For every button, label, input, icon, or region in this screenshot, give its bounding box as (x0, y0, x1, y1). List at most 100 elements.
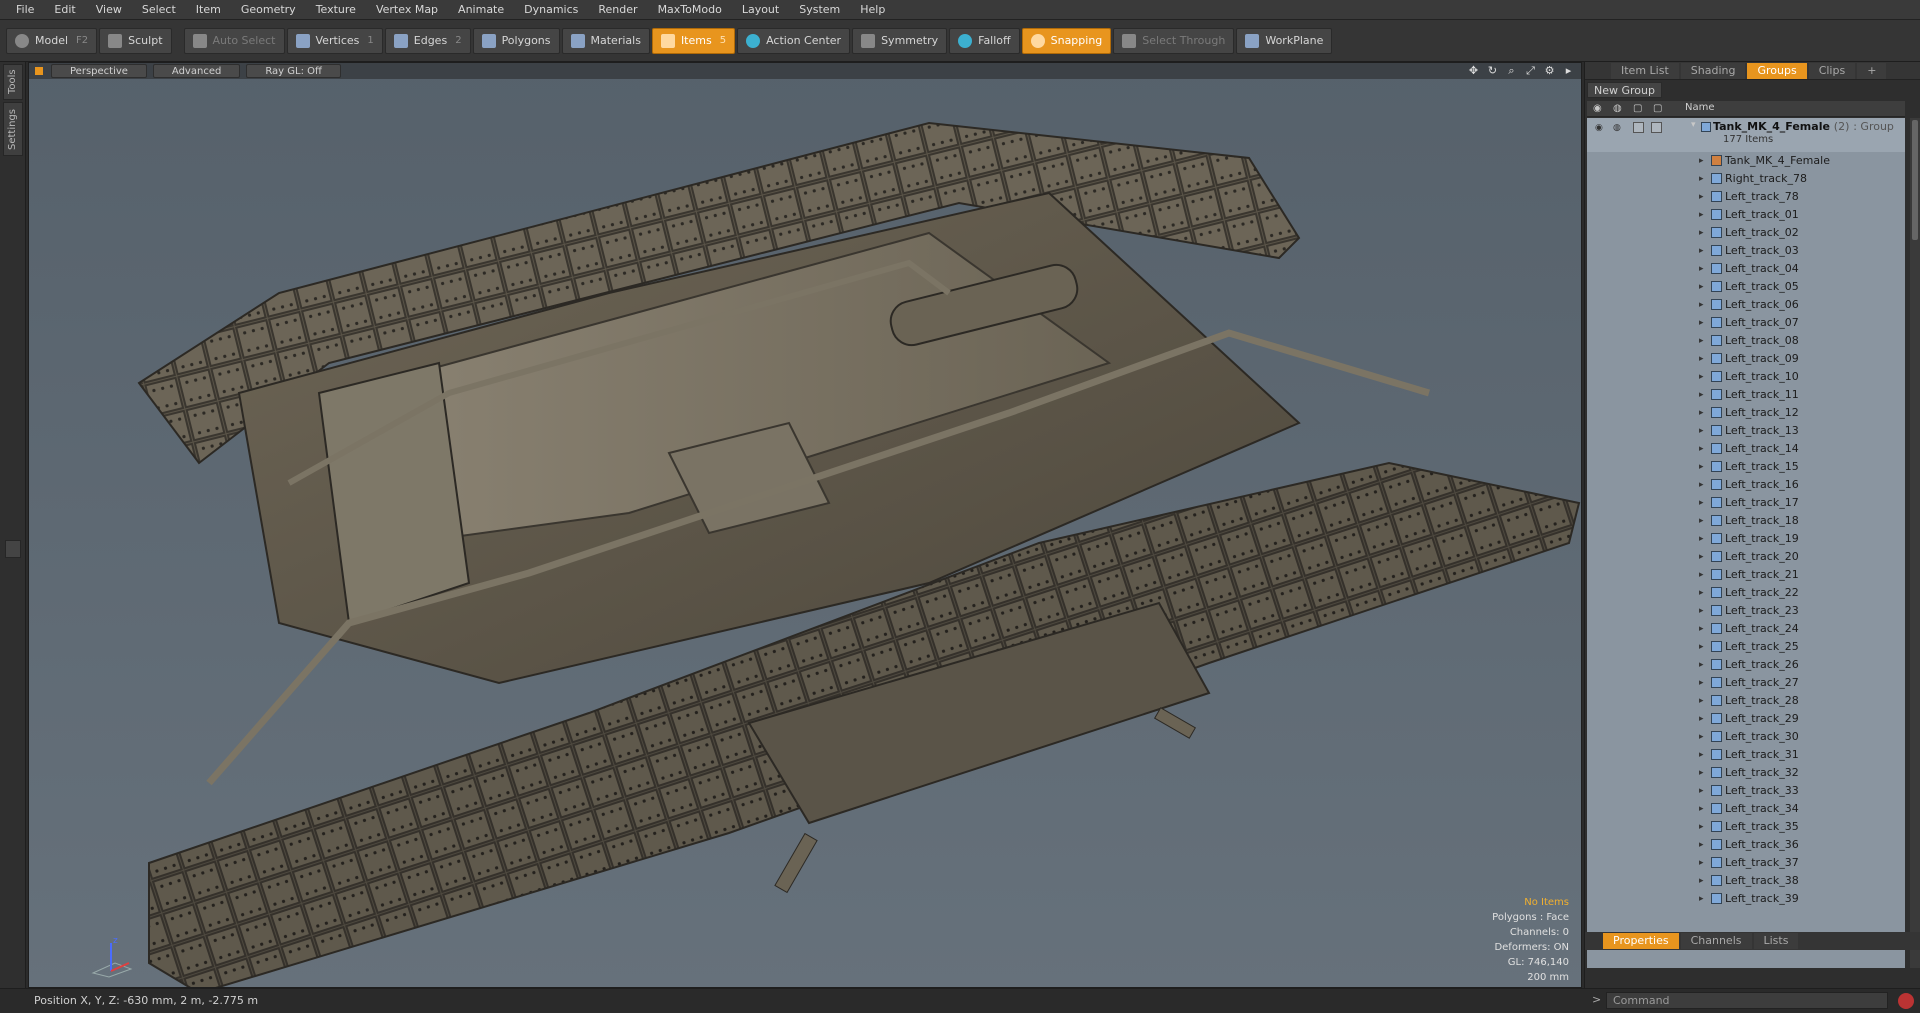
expand-arrow-icon[interactable]: ▸ (1699, 152, 1704, 170)
list-item[interactable]: ▸ Left_track_07 (1587, 314, 1905, 332)
pan-icon[interactable]: ✥ (1467, 64, 1480, 77)
expand-arrow-icon[interactable]: ▸ (1699, 890, 1704, 908)
expand-arrow-icon[interactable]: ▸ (1699, 188, 1704, 206)
list-item[interactable]: ▸ Left_track_12 (1587, 404, 1905, 422)
select-column-icon[interactable]: ▢ (1653, 103, 1662, 114)
menu-item-edit[interactable]: Edit (44, 0, 85, 20)
tab-channels[interactable]: Channels (1680, 933, 1752, 949)
list-item[interactable]: ▸ Left_track_26 (1587, 656, 1905, 674)
expand-arrow-icon[interactable]: ▸ (1699, 512, 1704, 530)
list-item[interactable]: ▸ Left_track_18 (1587, 512, 1905, 530)
list-item[interactable]: ▸ Left_track_24 (1587, 620, 1905, 638)
list-item[interactable]: ▸ Tank_MK_4_Female (1587, 152, 1905, 170)
list-item[interactable]: ▸ Left_track_01 (1587, 206, 1905, 224)
expand-arrow-icon[interactable]: ▸ (1699, 710, 1704, 728)
list-item[interactable]: ▸ Left_track_31 (1587, 746, 1905, 764)
expand-arrow-icon[interactable]: ▸ (1699, 854, 1704, 872)
expand-arrow-icon[interactable]: ▸ (1699, 494, 1704, 512)
expand-arrow-icon[interactable]: ▸ (1699, 602, 1704, 620)
expand-arrow-icon[interactable]: ▸ (1699, 386, 1704, 404)
3d-viewport[interactable]: Perspective Advanced Ray GL: Off ✥ ↻ ⌕ ⤢… (28, 62, 1582, 988)
list-item[interactable]: ▸ Left_track_06 (1587, 296, 1905, 314)
list-item[interactable]: ▸ Left_track_27 (1587, 674, 1905, 692)
list-item[interactable]: ▸ Left_track_02 (1587, 224, 1905, 242)
menu-item-item[interactable]: Item (186, 0, 231, 20)
view-type-button[interactable]: Perspective (51, 64, 147, 78)
expand-arrow-icon[interactable]: ▸ (1699, 278, 1704, 296)
menu-item-file[interactable]: File (6, 0, 44, 20)
expand-arrow-icon[interactable]: ▸ (1699, 422, 1704, 440)
list-item[interactable]: ▸ Left_track_16 (1587, 476, 1905, 494)
list-scrollbar[interactable] (1910, 118, 1920, 968)
list-item[interactable]: ▸ Left_track_08 (1587, 332, 1905, 350)
expand-arrow-icon[interactable]: ▸ (1699, 260, 1704, 278)
tab-clips[interactable]: Clips (1808, 63, 1856, 79)
expand-arrow-icon[interactable]: ▸ (1699, 332, 1704, 350)
list-item[interactable]: ▸ Left_track_19 (1587, 530, 1905, 548)
list-item[interactable]: ▸ Left_track_21 (1587, 566, 1905, 584)
expand-arrow-icon[interactable]: ▸ (1699, 476, 1704, 494)
tab-item-list[interactable]: Item List (1611, 63, 1679, 79)
new-group-button[interactable]: New Group (1587, 82, 1662, 98)
menu-item-geometry[interactable]: Geometry (231, 0, 306, 20)
panel-toggle-handle[interactable] (5, 540, 21, 558)
list-item[interactable]: ▸ Right_track_78 (1587, 170, 1905, 188)
expand-arrow-icon[interactable]: ▸ (1699, 692, 1704, 710)
expand-arrow-icon[interactable]: ▸ (1699, 206, 1704, 224)
expand-arrow-icon[interactable]: ▸ (1699, 584, 1704, 602)
list-item[interactable]: ▸ Left_track_22 (1587, 584, 1905, 602)
expand-arrow-icon[interactable]: ▸ (1699, 836, 1704, 854)
list-item[interactable]: ▸ Left_track_38 (1587, 872, 1905, 890)
tab-lists[interactable]: Lists (1753, 933, 1799, 949)
list-item[interactable]: ▸ Left_track_35 (1587, 818, 1905, 836)
expand-arrow-icon[interactable]: ▸ (1699, 548, 1704, 566)
list-item[interactable]: ▸ Left_track_32 (1587, 764, 1905, 782)
action-center-button[interactable]: Action Center (737, 27, 851, 54)
add-tab-icon[interactable]: + (1857, 63, 1887, 79)
sculpt-button[interactable]: Sculpt (99, 27, 172, 54)
list-item[interactable]: ▸ Left_track_30 (1587, 728, 1905, 746)
groups-list[interactable]: ◉ ◍ ▾ Tank_MK_4_Female (2) : Group 177 I… (1587, 118, 1905, 968)
expand-arrow-icon[interactable]: ▸ (1699, 620, 1704, 638)
expand-arrow-icon[interactable]: ▸ (1699, 656, 1704, 674)
expand-arrow-icon[interactable]: ▸ (1699, 566, 1704, 584)
expand-arrow-icon[interactable]: ▸ (1699, 368, 1704, 386)
menu-item-help[interactable]: Help (850, 0, 895, 20)
visibility-eye-icon[interactable]: ◉ (1595, 123, 1605, 133)
expand-arrow-icon[interactable]: ▸ (1699, 350, 1704, 368)
auto-select-button[interactable]: Auto Select (183, 27, 285, 54)
list-item[interactable]: ▸ Left_track_14 (1587, 440, 1905, 458)
expand-arrow-icon[interactable]: ▸ (1699, 872, 1704, 890)
expand-arrow-icon[interactable]: ▸ (1699, 782, 1704, 800)
polygons-button[interactable]: Polygons (472, 27, 560, 54)
list-item[interactable]: ▸ Left_track_04 (1587, 260, 1905, 278)
select-checkbox[interactable] (1651, 122, 1662, 133)
menu-item-layout[interactable]: Layout (732, 0, 789, 20)
eye-column-icon[interactable]: ◉ (1593, 103, 1602, 114)
group-row[interactable]: ◉ ◍ ▾ Tank_MK_4_Female (2) : Group 177 I… (1587, 118, 1905, 152)
expand-arrow-icon[interactable]: ▸ (1699, 764, 1704, 782)
expand-arrow-icon[interactable]: ▸ (1699, 800, 1704, 818)
expand-arrow-icon[interactable]: ▸ (1699, 458, 1704, 476)
materials-button[interactable]: Materials (561, 27, 650, 54)
tab-properties[interactable]: Properties (1603, 933, 1679, 949)
expand-arrow-icon[interactable]: ▸ (1699, 314, 1704, 332)
menu-item-render[interactable]: Render (588, 0, 647, 20)
raygl-button[interactable]: Ray GL: Off (246, 64, 341, 78)
list-item[interactable]: ▸ Left_track_78 (1587, 188, 1905, 206)
command-input[interactable]: Command (1606, 992, 1888, 1009)
tab-tools[interactable]: Tools (3, 64, 23, 100)
zoom-icon[interactable]: ⌕ (1505, 64, 1518, 77)
list-item[interactable]: ▸ Left_track_15 (1587, 458, 1905, 476)
lock-checkbox[interactable] (1633, 122, 1644, 133)
falloff-button[interactable]: Falloff (949, 27, 1020, 54)
shading-mode-button[interactable]: Advanced (152, 64, 241, 78)
record-icon[interactable] (1898, 993, 1914, 1009)
list-item[interactable]: ▸ Left_track_20 (1587, 548, 1905, 566)
menu-item-texture[interactable]: Texture (306, 0, 366, 20)
lock-column-icon[interactable]: ▢ (1633, 103, 1642, 114)
expand-arrow-icon[interactable]: ▸ (1699, 728, 1704, 746)
list-item[interactable]: ▸ Left_track_23 (1587, 602, 1905, 620)
edges-button[interactable]: Edges 2 (384, 27, 471, 54)
list-item[interactable]: ▸ Left_track_09 (1587, 350, 1905, 368)
